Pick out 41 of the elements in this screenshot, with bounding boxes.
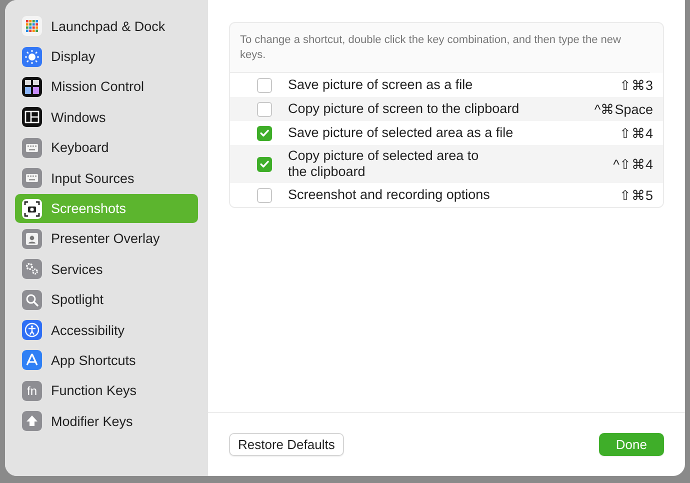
- sidebar-item[interactable]: Launchpad & Dock: [15, 12, 198, 40]
- sidebar-item[interactable]: Services: [15, 255, 198, 284]
- checkbox[interactable]: [257, 78, 272, 92]
- function-key-icon: fn: [22, 380, 42, 401]
- gears-icon: [22, 259, 42, 280]
- sidebar-item[interactable]: Mission Control: [15, 72, 198, 102]
- shortcut-label: Copy picture of selected area to the clipboard: [288, 147, 480, 181]
- shortcut-label: Save picture of screen as a file: [288, 76, 474, 94]
- sidebar-item[interactable]: Display: [15, 42, 198, 71]
- checkbox[interactable]: [257, 188, 272, 202]
- search-icon: [22, 290, 42, 310]
- window-layout-icon: [22, 107, 42, 128]
- sidebar-item[interactable]: Windows: [15, 103, 198, 132]
- key-combination[interactable]: ⇧⌘4: [619, 125, 653, 141]
- sidebar-item[interactable]: Accessibility: [15, 316, 198, 344]
- sun-icon: [22, 46, 42, 67]
- shortcut-label: Screenshot and recording options: [288, 186, 491, 204]
- sidebar-item[interactable]: Spotlight: [15, 286, 198, 314]
- checkbox[interactable]: [257, 156, 272, 172]
- checkbox[interactable]: [257, 102, 272, 116]
- checkbox[interactable]: [257, 126, 272, 140]
- keyboard-icon: [22, 168, 42, 188]
- key-combination[interactable]: ⇧⌘5: [619, 187, 653, 203]
- key-combination[interactable]: ^⇧⌘4: [613, 156, 653, 172]
- sidebar-item[interactable]: Input Sources: [15, 164, 198, 192]
- shortcut-label: Copy picture of screen to the clipboard: [288, 100, 520, 118]
- key-combination[interactable]: ^⌘Space: [594, 101, 653, 117]
- sidebar-item[interactable]: fn Function Keys: [15, 376, 198, 406]
- key-combination[interactable]: ⇧⌘3: [619, 77, 653, 93]
- sidebar-item[interactable]: Keyboard: [15, 134, 198, 162]
- keyboard-icon: [22, 138, 42, 158]
- accessibility-icon: [22, 320, 42, 340]
- camera-icon: [22, 198, 42, 219]
- person-icon: [22, 228, 42, 249]
- sidebar-item[interactable]: Modifier Keys: [15, 407, 198, 436]
- sidebar-item[interactable]: Presenter Overlay: [15, 224, 198, 254]
- sidebar-item[interactable]: App Shortcuts: [15, 346, 198, 375]
- restore-defaults-button[interactable]: Restore Defaults: [229, 433, 344, 456]
- windows-icon: [22, 76, 42, 97]
- shortcut-label: Save picture of selected area as a file: [288, 124, 514, 142]
- app-grid-icon: [22, 16, 42, 36]
